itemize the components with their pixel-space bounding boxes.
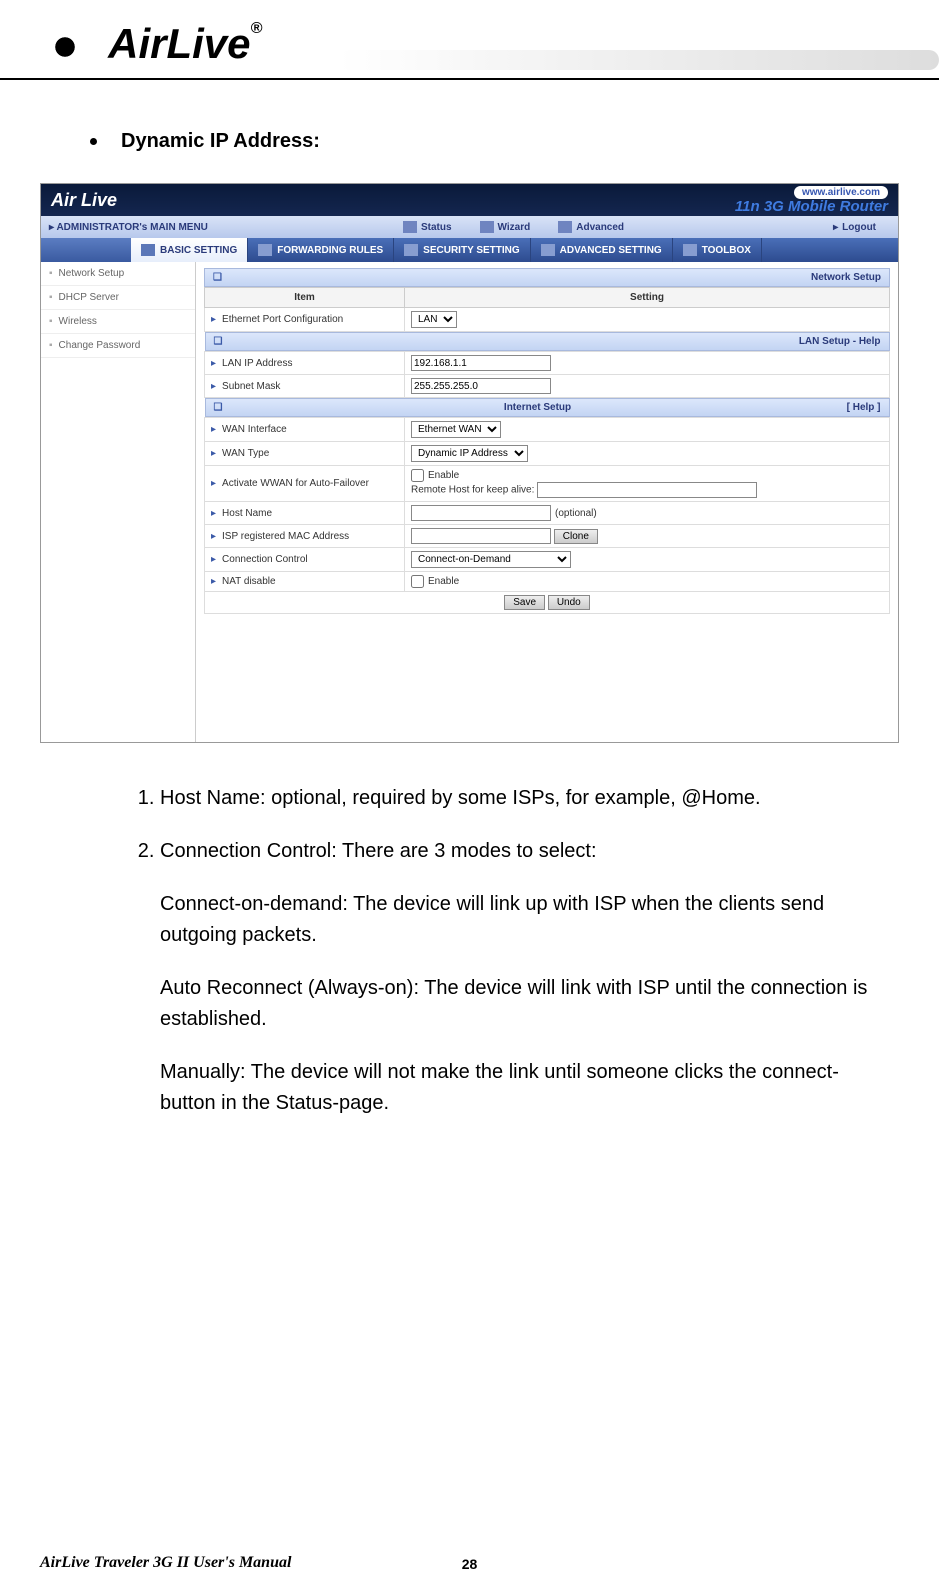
menu-wizard[interactable]: Wizard [480,221,531,233]
main-menu-title: ▸ ADMINISTRATOR's MAIN MENU [49,222,208,233]
row-conn-ctrl: Connection Control [205,548,405,572]
status-icon [403,221,417,233]
eth-port-select[interactable]: LAN [411,311,457,328]
wwan-enable-checkbox[interactable] [411,469,424,482]
main-menu: ▸ ADMINISTRATOR's MAIN MENU Status Wizar… [41,216,898,238]
page-footer: AirLive Traveler 3G II User's Manual 28 [40,1554,899,1572]
row-subnet: Subnet Mask [205,375,405,398]
body-text: Host Name: optional, required by some IS… [130,783,879,1119]
page-number: 28 [462,1556,478,1572]
sidebar-item-changepw[interactable]: Change Password [41,334,195,358]
undo-button[interactable]: Undo [548,595,590,610]
sidebar-item-wireless[interactable]: Wireless [41,310,195,334]
para-auto-reconnect: Auto Reconnect (Always-on): The device w… [160,973,879,1035]
panel-lan-help: LAN Setup - Help [205,332,890,351]
col-setting: Setting [405,288,890,308]
logo-registered: ® [251,20,263,37]
conn-ctrl-select[interactable]: Connect-on-Demand [411,551,571,568]
menu-status[interactable]: Status [403,221,452,233]
para-manually: Manually: The device will not make the l… [160,1057,879,1119]
menu-advanced[interactable]: Advanced [558,221,624,233]
content-layout: Network Setup DHCP Server Wireless Chang… [41,262,898,742]
router-header: Air Live www.airlive.com 11n 3G Mobile R… [41,184,898,216]
lan-ip-input[interactable] [411,355,551,371]
row-nat-disable: NAT disable [205,572,405,592]
remote-host-input[interactable] [537,482,757,498]
list-item-1: Host Name: optional, required by some IS… [160,783,879,814]
nat-disable-label: Enable [428,576,459,587]
panel-network-setup: Network Setup [204,268,890,287]
clone-button[interactable]: Clone [554,529,598,544]
router-header-right: www.airlive.com 11n 3G Mobile Router [735,186,888,215]
row-eth-port: Ethernet Port Configuration [205,308,405,332]
para-connect-on-demand: Connect-on-demand: The device will link … [160,889,879,951]
basic-icon [141,244,155,256]
wan-type-select[interactable]: Dynamic IP Address [411,445,528,462]
heading-text: Dynamic IP Address: [121,130,320,152]
content-pane: Network Setup Item Setting Ethernet Port… [196,262,898,742]
header-decor [339,50,939,70]
sidebar-item-dhcp[interactable]: DHCP Server [41,286,195,310]
sidebar-item-network[interactable]: Network Setup [41,262,195,286]
advanced-icon [558,221,572,233]
wizard-icon [480,221,494,233]
host-name-input[interactable] [411,505,551,521]
row-wan-if: WAN Interface [205,418,405,442]
row-isp-mac: ISP registered MAC Address [205,525,405,548]
tab-basic-setting[interactable]: BASIC SETTING [131,238,248,262]
isp-mac-input[interactable] [411,528,551,544]
menu-logout[interactable]: ▸ Logout [833,222,876,233]
document-header: AirLive® [0,0,939,80]
forwarding-icon [258,244,272,256]
action-row: Save Undo [205,592,890,614]
router-ui-screenshot: Air Live www.airlive.com 11n 3G Mobile R… [40,183,899,743]
bullet-icon [90,138,97,145]
advset-icon [541,244,555,256]
save-button[interactable]: Save [504,595,545,610]
list-item-2: Connection Control: There are 3 modes to… [160,836,879,867]
tab-advanced-setting[interactable]: ADVANCED SETTING [531,238,673,262]
sub-menu: BASIC SETTING FORWARDING RULES SECURITY … [41,238,898,262]
nat-disable-checkbox[interactable] [411,575,424,588]
remote-host-label: Remote Host for keep alive: [411,485,534,496]
row-wan-type: WAN Type [205,442,405,466]
section-heading: Dynamic IP Address: [90,130,939,153]
logo-text: AirLive [108,20,250,67]
row-lan-ip: LAN IP Address [205,352,405,375]
sidebar: Network Setup DHCP Server Wireless Chang… [41,262,196,742]
col-item: Item [205,288,405,308]
tagline: 11n 3G Mobile Router [735,198,888,215]
wan-if-select[interactable]: Ethernet WAN [411,421,501,438]
panel-internet-setup: Internet Setup[ Help ] [205,398,890,417]
tab-toolbox[interactable]: TOOLBOX [673,238,762,262]
subnet-input[interactable] [411,378,551,394]
tab-forwarding-rules[interactable]: FORWARDING RULES [248,238,394,262]
optional-note: (optional) [555,508,597,519]
row-wwan-failover: Activate WWAN for Auto-Failover [205,466,405,502]
airlive-logo: AirLive® [40,20,262,67]
settings-table: Item Setting Ethernet Port Configuration… [204,287,890,614]
row-host-name: Host Name [205,502,405,525]
security-icon [404,244,418,256]
router-logo: Air Live [51,190,117,211]
wwan-enable-label: Enable [428,470,459,481]
help-link[interactable]: [ Help ] [847,402,881,413]
manual-name: AirLive Traveler 3G II User's Manual [40,1554,291,1572]
tab-security-setting[interactable]: SECURITY SETTING [394,238,531,262]
toolbox-icon [683,244,697,256]
